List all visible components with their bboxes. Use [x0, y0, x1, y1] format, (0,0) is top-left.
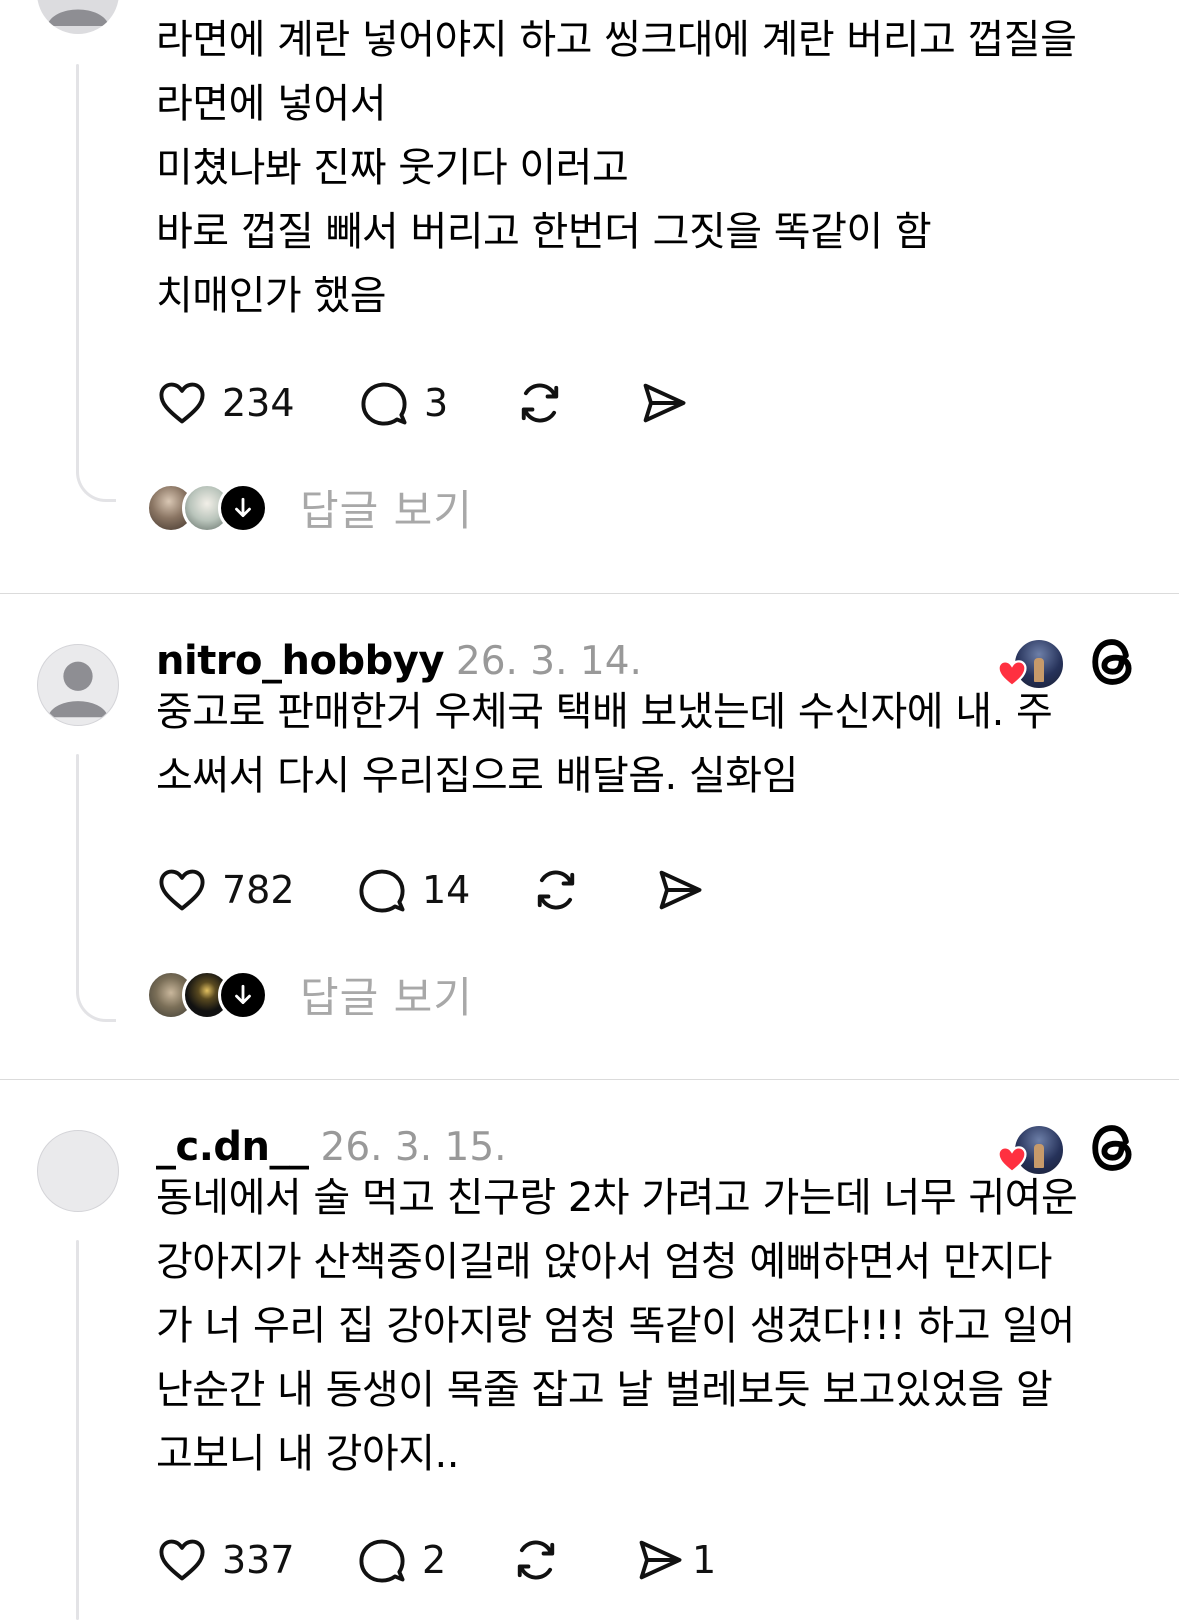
post-text-line: 라면에 계란 넣어야지 하고 씽크대에 계란 버리고 껍질을: [156, 17, 1077, 63]
post-text-line: 동네에서 술 먹고 친구랑 2차 가려고 가는데 너무 귀여운: [156, 1175, 1078, 1221]
post-text-line: 라면에 넣어서: [156, 81, 387, 127]
timestamp: 26. 3. 15.: [320, 1125, 507, 1170]
thread-curve: [76, 472, 116, 502]
repost-icon: [517, 1540, 555, 1580]
like-button[interactable]: 337: [156, 1532, 295, 1588]
avatar[interactable]: [37, 644, 119, 726]
share-icon: [659, 870, 702, 910]
like-count: 337: [222, 1538, 295, 1582]
avatar[interactable]: [37, 0, 119, 34]
comment-icon: [361, 382, 407, 426]
thread-curve: [76, 992, 116, 1022]
share-count: 1: [692, 1538, 717, 1582]
post-text-line: 가 너 우리 집 강아지랑 엄청 똑같이 생겼다!!! 하고 일어: [156, 1303, 1075, 1349]
post-2: nitro_hobbyy 26. 3. 14. 중고로 판매한거 우체국 택배 …: [0, 594, 1179, 1079]
comment-icon: [359, 1539, 405, 1583]
arrow-down-icon: [235, 984, 251, 1004]
comment-count: 2: [422, 1538, 447, 1582]
more-replies-avatar: [218, 483, 268, 533]
thread-line: [76, 1240, 79, 1620]
post-text-line: 고보니 내 강아지..: [156, 1431, 459, 1477]
username[interactable]: nitro_hobbyy: [156, 638, 444, 684]
view-replies[interactable]: 답글 보기: [146, 483, 486, 535]
share-button[interactable]: [638, 375, 690, 431]
like-count: 782: [222, 868, 295, 912]
repost-button[interactable]: [510, 1532, 562, 1588]
thread-line: [76, 64, 79, 474]
avatar[interactable]: [37, 1130, 119, 1212]
comment-count: 3: [424, 381, 449, 425]
comment-button[interactable]: 2: [356, 1532, 446, 1588]
share-icon: [639, 1540, 682, 1580]
comment-button[interactable]: 3: [358, 375, 448, 431]
person-icon: [47, 9, 109, 26]
more-replies-avatar: [218, 970, 268, 1020]
share-button[interactable]: 1: [634, 1532, 716, 1588]
heart-icon: [159, 869, 205, 911]
post-body: 라면에 계란 넣어야지 하고 씽크대에 계란 버리고 껍질을 라면에 넣어서 미…: [156, 8, 1136, 328]
heart-icon: [159, 1539, 205, 1581]
arrow-down-icon: [235, 497, 251, 517]
like-button[interactable]: 782: [156, 862, 295, 918]
post-text-line: 소써서 다시 우리집으로 배달옴. 실화임: [156, 753, 798, 799]
post-text-line: 강아지가 산책중이길래 앉아서 엄청 예뻐하면서 만지다: [156, 1239, 1052, 1285]
post-text-line: 미쳤나봐 진짜 웃기다 이러고: [156, 145, 629, 191]
like-count: 234: [222, 381, 295, 425]
comment-count: 14: [422, 868, 471, 912]
heart-icon: [159, 382, 205, 424]
view-replies-label: 답글 보기: [300, 486, 473, 535]
post-3: _c.dn__ 26. 3. 15. 동네에서 술 먹고 친구랑 2차 가려고 …: [0, 1080, 1179, 1620]
repost-button[interactable]: [514, 375, 566, 431]
share-button[interactable]: [654, 862, 706, 918]
post-text-line: 중고로 판매한거 우체국 택배 보냈는데 수신자에 내. 주: [156, 689, 1053, 735]
username[interactable]: _c.dn__: [156, 1124, 309, 1170]
repost-button[interactable]: [530, 862, 582, 918]
share-icon: [643, 383, 686, 423]
comment-icon: [359, 869, 405, 913]
timestamp: 26. 3. 14.: [455, 639, 642, 684]
post-1: 라면에 계란 넣어야지 하고 씽크대에 계란 버리고 껍질을 라면에 넣어서 미…: [0, 0, 1179, 595]
repost-icon: [521, 383, 559, 423]
thread-line: [76, 754, 79, 994]
post-text-line: 난순간 내 동생이 목줄 잡고 날 벌레보듯 보고있었음 알: [156, 1367, 1053, 1413]
post-body: 중고로 판매한거 우체국 택배 보냈는데 수신자에 내. 주 소써서 다시 우리…: [156, 680, 1136, 808]
repost-icon: [537, 870, 575, 910]
view-replies-label: 답글 보기: [300, 973, 473, 1022]
like-button[interactable]: 234: [156, 375, 295, 431]
post-body: 동네에서 술 먹고 친구랑 2차 가려고 가는데 너무 귀여운 강아지가 산책중…: [156, 1166, 1136, 1486]
post-text-line: 치매인가 했음: [156, 273, 387, 319]
comment-button[interactable]: 14: [356, 862, 470, 918]
post-text-line: 바로 껍질 빼서 버리고 한번더 그짓을 똑같이 함: [156, 209, 932, 255]
view-replies[interactable]: 답글 보기: [146, 970, 486, 1022]
person-icon: [47, 661, 109, 718]
